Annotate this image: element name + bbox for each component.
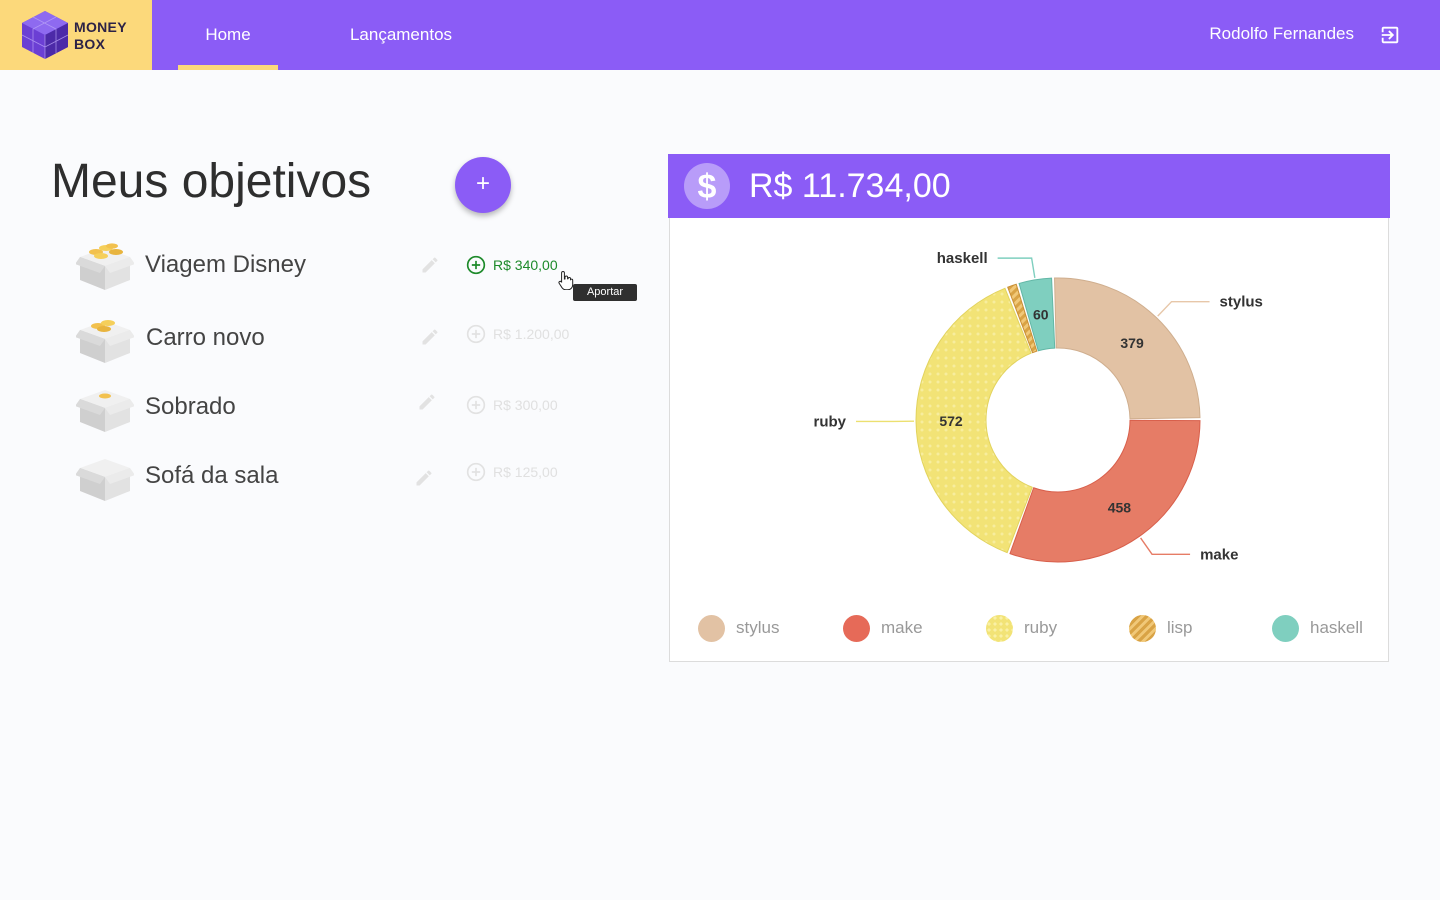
goal-amount: R$ 340,00 [493,257,558,273]
pencil-icon[interactable] [420,255,440,275]
contribute-button[interactable]: R$ 340,00 [466,253,558,277]
legend-label: make [881,618,923,637]
tab-lancamentos[interactable]: Lançamentos [330,0,472,70]
goal-name: Carro novo [146,324,265,351]
active-tab-indicator [178,65,278,70]
legend-label: haskell [1310,618,1363,637]
logout-icon[interactable] [1379,24,1401,46]
slice-value-label: 379 [1120,335,1144,351]
total-balance: R$ 11.734,00 [749,167,951,205]
legend-item-ruby[interactable]: ruby [986,613,1057,643]
category-callout-label: make [1200,546,1238,563]
add-circle-icon [466,462,486,482]
slice-value-label: 572 [939,413,963,429]
coin-box-icon [76,390,134,432]
goal-item: Sobrado R$ 300,00 [76,377,616,437]
svg-text:$: $ [698,168,717,206]
add-circle-icon [466,395,486,415]
leader-line [997,257,1036,278]
coin-box-icon [76,320,134,363]
goal-amount: R$ 1.200,00 [493,326,570,342]
cube-logo-icon [21,11,69,59]
goal-item: Sofá da sala R$ 125,00 [76,446,616,506]
empty-box-icon [76,459,134,501]
logo[interactable]: MONEY BOX [0,0,152,70]
category-callout-label: ruby [813,413,846,430]
goal-name: Sofá da sala [145,462,279,489]
legend-swatch [698,614,725,642]
goal-item: Carro novo R$ 1.200,00 [76,308,616,368]
contribute-button[interactable]: R$ 300,00 [466,393,558,417]
top-navbar: MONEY BOX Home Lançamentos Rodolfo Ferna… [0,0,1440,70]
goal-item: Viagem Disney R$ 340,00 [76,235,616,295]
goal-amount: R$ 300,00 [493,397,558,413]
legend-swatch [1129,614,1156,642]
legend-label: ruby [1024,618,1058,637]
pencil-icon[interactable] [417,392,437,412]
category-callout-label: stylus [1220,294,1263,311]
dollar-icon: $ [684,163,730,209]
legend-item-stylus[interactable]: stylus [698,613,779,643]
slice-value-label: 60 [1033,306,1049,322]
tooltip: Aportar [573,284,637,301]
user-name[interactable]: Rodolfo Fernandes [1209,0,1354,70]
leader-line [1157,300,1210,317]
pencil-icon[interactable] [420,327,440,347]
category-callout-label: haskell [937,250,988,267]
goal-name: Viagem Disney [145,251,306,278]
donut-chart: 379 458 572 60 stylus make ruby haskell [813,250,1263,563]
add-goal-button[interactable]: + [455,157,511,213]
contribute-button[interactable]: R$ 1.200,00 [466,322,569,346]
slice-make[interactable] [1009,419,1201,563]
leader-line [1140,537,1191,556]
total-balance-header: $ R$ 11.734,00 [668,154,1390,218]
tab-home[interactable]: Home [178,0,278,70]
tab-home-label: Home [205,25,251,44]
logo-text-line1: MONEY [74,19,127,35]
hand-cursor-icon [558,270,574,290]
slice-value-label: 458 [1108,500,1132,516]
goal-name: Sobrado [145,393,236,420]
legend-item-make[interactable]: make [843,613,923,643]
legend-swatch [986,614,1013,642]
legend-swatch [843,614,870,642]
pencil-icon[interactable] [414,468,434,488]
contribute-button[interactable]: R$ 125,00 [466,460,558,484]
logo-text: MONEY BOX [74,19,127,53]
chart-card: 379 458 572 60 stylus make ruby haskell stylus … [669,218,1389,662]
legend-item-lisp[interactable]: lisp [1129,613,1193,643]
chart-legend: stylus make ruby lisp haskell [698,613,1378,643]
coin-box-icon [76,243,134,290]
legend-item-haskell[interactable]: haskell [1272,613,1363,643]
tab-lancamentos-label: Lançamentos [349,25,453,44]
legend-label: stylus [736,618,780,637]
goal-amount: R$ 125,00 [493,464,558,480]
legend-label: lisp [1167,618,1193,637]
legend-swatch [1272,614,1299,642]
logo-text-line2: BOX [74,36,106,52]
slice-ruby[interactable] [915,287,1033,554]
add-circle-icon [466,324,486,344]
add-circle-icon [466,255,486,275]
page-title: Meus objetivos [51,155,372,208]
